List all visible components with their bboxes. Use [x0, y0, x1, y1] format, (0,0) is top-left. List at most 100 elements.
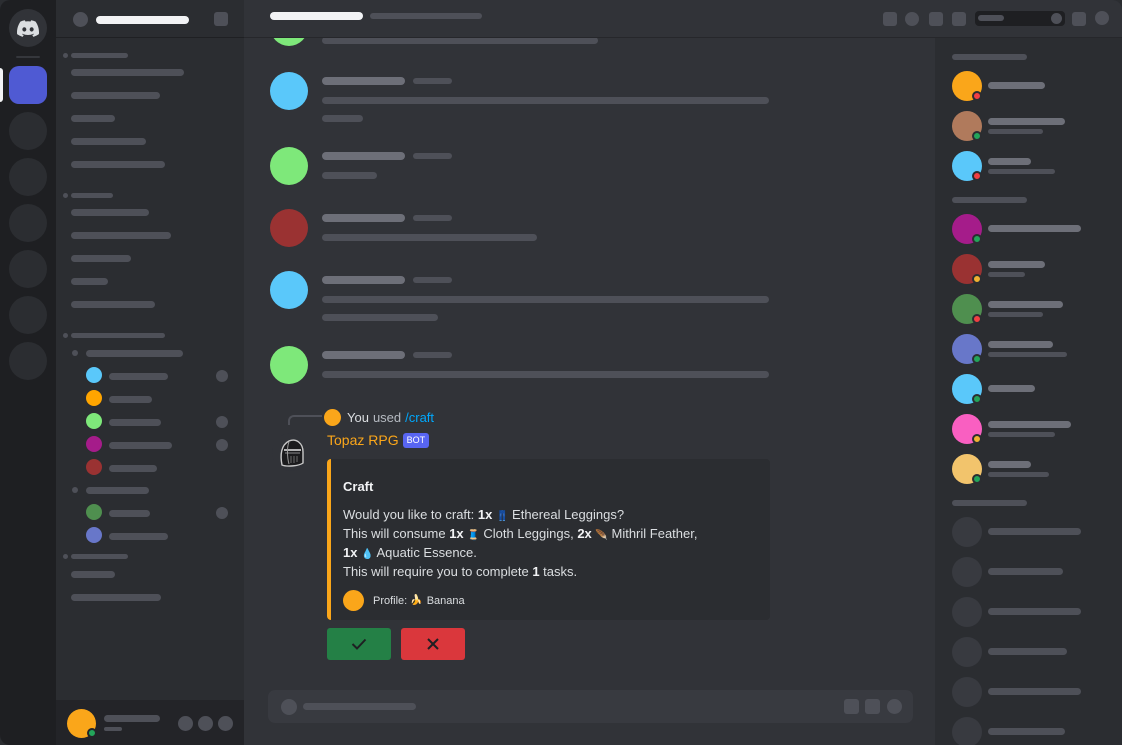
voice-user-name[interactable] [109, 442, 172, 449]
member-name[interactable] [988, 301, 1063, 308]
bot-avatar[interactable] [272, 433, 310, 471]
member-name[interactable] [988, 385, 1035, 392]
channel-item[interactable] [71, 278, 108, 285]
offline-member-avatar[interactable] [952, 597, 982, 627]
confirm-button[interactable] [327, 628, 391, 660]
voice-user-avatar[interactable] [86, 527, 102, 543]
member-list-icon[interactable] [952, 12, 966, 26]
category-chevron-icon[interactable] [63, 53, 68, 58]
channel-item[interactable] [71, 232, 171, 239]
category-label[interactable] [71, 554, 128, 559]
inbox-icon[interactable] [1072, 12, 1086, 26]
reply-user[interactable]: You [347, 410, 369, 425]
offline-member-avatar[interactable] [952, 517, 982, 547]
server-icon[interactable] [9, 112, 47, 150]
deafen-icon[interactable] [198, 716, 213, 731]
member-name[interactable] [988, 118, 1065, 125]
message-author-placeholder[interactable] [322, 351, 405, 359]
gift-icon[interactable] [844, 699, 859, 714]
channel-item[interactable] [71, 161, 165, 168]
message-avatar[interactable] [270, 346, 308, 384]
bot-name[interactable]: Topaz RPG [327, 432, 399, 448]
attach-icon[interactable] [281, 699, 297, 715]
category-chevron-icon[interactable] [63, 193, 68, 198]
message-avatar[interactable] [270, 209, 308, 247]
message-author-placeholder[interactable] [322, 276, 405, 284]
voice-channel-item[interactable] [86, 487, 149, 494]
channel-item[interactable] [71, 571, 115, 578]
member-name[interactable] [988, 568, 1063, 575]
channel-item[interactable] [71, 209, 149, 216]
voice-user-name[interactable] [109, 465, 157, 472]
channel-item[interactable] [71, 92, 160, 99]
category-label[interactable] [71, 53, 128, 58]
server-icon-active[interactable] [9, 66, 47, 104]
voice-user-avatar[interactable] [86, 459, 102, 475]
gif-icon[interactable] [865, 699, 880, 714]
message-avatar[interactable] [270, 147, 308, 185]
home-button[interactable] [9, 9, 47, 47]
message-author-placeholder[interactable] [322, 152, 405, 160]
pinned-icon[interactable] [929, 12, 943, 26]
category-chevron-icon[interactable] [63, 333, 68, 338]
voice-user-name[interactable] [109, 419, 161, 426]
server-header[interactable] [56, 0, 244, 38]
member-name[interactable] [988, 688, 1081, 695]
server-menu-icon[interactable] [214, 12, 228, 26]
member-name[interactable] [988, 341, 1053, 348]
channel-item[interactable] [71, 138, 146, 145]
emoji-icon[interactable] [887, 699, 902, 714]
member-name[interactable] [988, 421, 1071, 428]
search-input[interactable] [975, 11, 1065, 26]
channel-item[interactable] [71, 594, 161, 601]
voice-user-avatar[interactable] [86, 436, 102, 452]
member-name[interactable] [988, 528, 1081, 535]
member-name[interactable] [988, 261, 1045, 268]
command-reply-header[interactable]: You used /craft [324, 408, 434, 426]
server-icon[interactable] [9, 250, 47, 288]
channel-item[interactable] [71, 255, 131, 262]
voice-user-name[interactable] [109, 396, 152, 403]
voice-channel-item[interactable] [86, 350, 183, 357]
member-name[interactable] [988, 728, 1065, 735]
server-icon[interactable] [9, 204, 47, 242]
member-name[interactable] [988, 158, 1031, 165]
category-label[interactable] [71, 193, 113, 198]
channel-item[interactable] [71, 69, 184, 76]
voice-user-avatar[interactable] [86, 367, 102, 383]
channel-item[interactable] [71, 301, 155, 308]
category-label[interactable] [71, 333, 165, 338]
member-name[interactable] [988, 608, 1081, 615]
message-author-placeholder[interactable] [322, 214, 405, 222]
settings-icon[interactable] [218, 716, 233, 731]
mute-icon[interactable] [178, 716, 193, 731]
message-avatar[interactable] [270, 72, 308, 110]
channel-item[interactable] [71, 115, 115, 122]
member-name[interactable] [988, 648, 1067, 655]
voice-user-avatar[interactable] [86, 413, 102, 429]
server-icon[interactable] [9, 158, 47, 196]
message-input[interactable] [268, 690, 913, 723]
notifications-icon[interactable] [905, 12, 919, 26]
offline-member-avatar[interactable] [952, 677, 982, 707]
message-avatar[interactable] [270, 271, 308, 309]
voice-user-avatar[interactable] [86, 390, 102, 406]
message-author-placeholder[interactable] [322, 77, 405, 85]
server-icon[interactable] [9, 342, 47, 380]
voice-user-name[interactable] [109, 510, 150, 517]
threads-icon[interactable] [883, 12, 897, 26]
reply-command[interactable]: /craft [405, 410, 434, 425]
member-name[interactable] [988, 461, 1031, 468]
offline-member-avatar[interactable] [952, 637, 982, 667]
voice-user-name[interactable] [109, 373, 168, 380]
category-chevron-icon[interactable] [63, 554, 68, 559]
member-name[interactable] [988, 82, 1045, 89]
offline-member-avatar[interactable] [952, 557, 982, 587]
help-icon[interactable] [1095, 11, 1109, 25]
server-icon[interactable] [9, 296, 47, 334]
member-name[interactable] [988, 225, 1081, 232]
voice-user-name[interactable] [109, 533, 168, 540]
bot-author[interactable]: Topaz RPG BOT [327, 432, 430, 448]
voice-user-avatar[interactable] [86, 504, 102, 520]
offline-member-avatar[interactable] [952, 717, 982, 745]
